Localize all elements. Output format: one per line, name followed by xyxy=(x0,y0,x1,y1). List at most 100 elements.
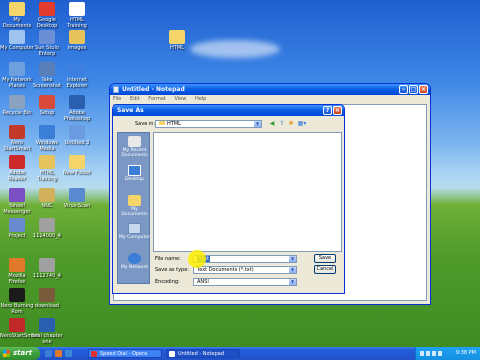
desktop-item-label: 1114000_4 xyxy=(33,233,61,239)
desktop-item-icon xyxy=(69,188,85,202)
save-as-dialog[interactable]: Save As ? × Save in: HTML ▼ ◀ ⇧ ✱ ▦▾ My … xyxy=(112,104,345,294)
desktop-item-icon xyxy=(69,155,85,169)
save-in-dropdown[interactable]: HTML ▼ xyxy=(155,120,262,128)
desktop-icon-item[interactable]: Recycle Bin xyxy=(0,95,34,116)
desktop-icon-item[interactable]: NNC xyxy=(30,188,64,209)
desktop-icon-item[interactable]: Adobe Photoshop xyxy=(60,95,94,122)
cursor-highlight xyxy=(188,250,206,268)
task-opera[interactable]: Speed Dial - Opera xyxy=(88,349,162,358)
dialog-close-button[interactable]: × xyxy=(333,106,342,115)
desktop-icon-item[interactable]: images xyxy=(60,30,94,51)
menu-format[interactable]: Format xyxy=(148,96,166,102)
desktop-icon-item[interactable]: download xyxy=(30,288,64,309)
desktop-icon-item[interactable]: 1114000_4 xyxy=(30,218,64,239)
save-as-type-dropdown[interactable]: Text Documents (*.txt) ▼ xyxy=(193,266,297,274)
quicklaunch-ie-icon[interactable] xyxy=(45,350,52,357)
desktop-icon-item[interactable]: My Computer xyxy=(0,30,34,51)
file-list[interactable] xyxy=(153,132,342,252)
desktop-icon-item[interactable]: Nero StartSmart xyxy=(0,125,34,152)
cancel-button[interactable]: Cancel xyxy=(314,265,336,274)
desktop-item-label: Take Screenshot xyxy=(33,77,61,89)
desktop-icon-item[interactable]: Google Desktop xyxy=(30,2,64,29)
place-recent[interactable]: My Recent Documents xyxy=(118,136,151,158)
desktop-icon-item[interactable]: Virus-Scan xyxy=(60,188,94,209)
place-my-network[interactable]: My Network xyxy=(118,253,151,270)
notepad-titlebar[interactable]: Untitled - Notepad – □ × xyxy=(110,84,430,95)
desktop-item-icon xyxy=(39,318,55,332)
desktop-item-icon xyxy=(39,2,55,16)
desktop-icon-item[interactable]: My Network Places xyxy=(0,62,34,89)
encoding-dropdown[interactable]: ANSI ▼ xyxy=(193,278,297,286)
desktop-icon-item[interactable]: Project xyxy=(0,218,34,239)
place-desktop[interactable]: Desktop xyxy=(118,165,151,182)
save-button[interactable]: Save xyxy=(314,254,336,263)
save-in-label: Save in: xyxy=(135,121,156,127)
desktop-icon-item[interactable]: Yahoo! Messenger xyxy=(0,188,34,215)
desktop-icon-item[interactable]: Windows Media xyxy=(30,125,64,152)
desktop-icon-item[interactable]: Nero Burning Rom xyxy=(0,288,34,315)
desktop-icon-item[interactable]: NeroStartSmart xyxy=(0,318,39,339)
place-my-network-label: My Network xyxy=(120,265,149,270)
desktop-item-icon xyxy=(39,258,55,272)
desktop-item-icon xyxy=(9,62,25,76)
up-folder-icon[interactable]: ⇧ xyxy=(278,120,286,128)
chevron-down-icon: ▼ xyxy=(254,121,261,127)
desktop-item-label: Nero Burning Rom xyxy=(0,303,34,315)
desktop-item-icon xyxy=(9,288,25,302)
desktop-item-label: Windows Media xyxy=(35,140,59,152)
desktop-icon-item[interactable]: Take Screenshot xyxy=(30,62,64,89)
place-desktop-label: Desktop xyxy=(125,177,144,182)
chevron-down-icon: ▼ xyxy=(289,279,296,285)
desktop-icon-item[interactable]: New Folder xyxy=(60,155,94,176)
quicklaunch-firefox-icon[interactable] xyxy=(55,350,62,357)
task-notepad[interactable]: Untitled - Notepad xyxy=(166,349,240,358)
desktop-item-icon xyxy=(69,30,85,44)
desktop-icon-item[interactable]: HTML xyxy=(160,30,194,51)
desktop-item-icon xyxy=(9,125,25,139)
save-as-type-value: Text Documents (*.txt) xyxy=(197,267,254,273)
clock[interactable]: 9:38 PM xyxy=(456,350,476,356)
menu-edit[interactable]: Edit xyxy=(130,96,140,102)
start-button[interactable]: start xyxy=(0,347,40,360)
place-my-documents[interactable]: My Documents xyxy=(118,195,151,217)
desktop-icon-item[interactable]: HTML Training xyxy=(60,2,94,29)
place-my-computer[interactable]: My Computer xyxy=(118,223,151,240)
help-button[interactable]: ? xyxy=(323,106,332,115)
desktop-icon-item[interactable]: 1112740_4 xyxy=(30,258,64,279)
dialog-titlebar[interactable]: Save As ? × xyxy=(113,105,344,116)
desktop-icon-item[interactable]: Setup xyxy=(30,95,64,116)
menu-file[interactable]: File xyxy=(113,96,121,102)
task-notepad-label: Untitled - Notepad xyxy=(178,351,225,357)
file-name-field[interactable]: *.txt ▼ xyxy=(193,255,297,263)
new-folder-icon[interactable]: ✱ xyxy=(287,120,295,128)
minimize-button[interactable]: – xyxy=(399,85,408,94)
desktop-item-label: My Network Places xyxy=(2,77,32,89)
desktop-item-label: New Folder xyxy=(63,170,91,176)
opera-icon xyxy=(91,351,97,357)
quicklaunch-media-icon[interactable] xyxy=(65,350,72,357)
windows-logo-icon xyxy=(3,350,10,357)
desktop-item-icon xyxy=(9,155,25,169)
desktop-item-label: Recycle Bin xyxy=(2,110,32,116)
desktop-item-icon xyxy=(39,30,55,44)
desktop-icon-item[interactable]: final chapter one xyxy=(30,318,64,345)
views-menu-icon[interactable]: ▦▾ xyxy=(296,120,308,128)
notepad-menubar: File Edit Format View Help xyxy=(110,95,430,103)
desktop-item-label: My Documents xyxy=(2,17,32,29)
desktop-icon-item[interactable]: Sun Stuio Enterp xyxy=(30,30,64,57)
desktop-icon-item[interactable]: HTML Training xyxy=(30,155,64,182)
back-icon[interactable]: ◀ xyxy=(268,120,276,128)
desktop-icon-item[interactable]: My Documents xyxy=(0,2,34,29)
desktop-item-label: HTML Training xyxy=(37,170,57,182)
close-button[interactable]: × xyxy=(419,85,428,94)
desktop-item-label: Setup xyxy=(39,110,55,116)
menu-help[interactable]: Help xyxy=(195,96,206,102)
desktop-icon-item[interactable]: Mozilla Firefox xyxy=(0,258,34,285)
maximize-button[interactable]: □ xyxy=(409,85,418,94)
desktop-icon-item[interactable]: Internet Explorer xyxy=(60,62,94,89)
desktop-icon-item[interactable]: Adobe Reader xyxy=(0,155,34,182)
menu-view[interactable]: View xyxy=(174,96,186,102)
desktop-item-icon xyxy=(69,95,85,109)
desktop-icon-item[interactable]: Untitled 3 xyxy=(60,125,94,146)
desktop-item-icon xyxy=(9,218,25,232)
